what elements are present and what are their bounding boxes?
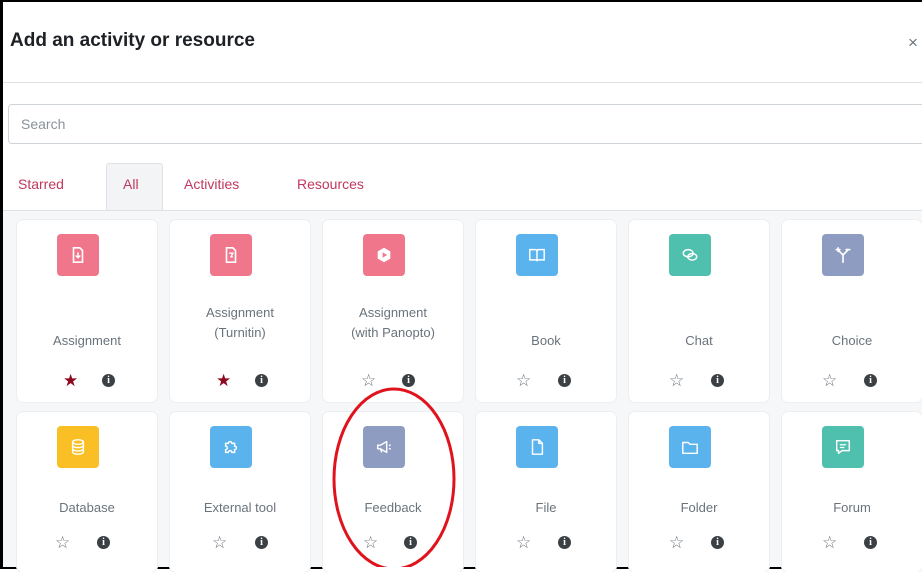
tab-activities[interactable]: Activities [184, 176, 239, 192]
module-name-line1: Assignment [206, 305, 274, 320]
star-empty-icon[interactable]: ☆ [669, 372, 684, 389]
module-name: External tool [203, 500, 277, 515]
star-empty-icon[interactable]: ☆ [516, 534, 531, 551]
star-filled-icon[interactable]: ★ [216, 372, 231, 389]
screenshot-frame-top [0, 0, 922, 2]
info-icon[interactable]: i [711, 374, 724, 387]
star-empty-icon[interactable]: ☆ [55, 534, 70, 551]
assignment-icon [57, 234, 99, 276]
database-icon [57, 426, 99, 468]
module-name-line2: (with Panopto) [351, 325, 435, 340]
star-empty-icon[interactable]: ☆ [361, 372, 376, 389]
panopto-play-icon [363, 234, 405, 276]
module-card-feedback[interactable]: Feedback ☆ i [323, 412, 463, 572]
info-icon[interactable]: i [255, 374, 268, 387]
module-name-line2: (Turnitin) [214, 325, 266, 340]
module-name: Feedback [364, 500, 422, 515]
tab-resources[interactable]: Resources [297, 176, 364, 192]
module-name: Database [59, 500, 115, 515]
module-name: Forum [833, 500, 871, 515]
module-card-book[interactable]: Book ☆ i [476, 220, 616, 402]
star-empty-icon[interactable]: ☆ [669, 534, 684, 551]
info-icon[interactable]: i [102, 374, 115, 387]
module-name: File [535, 500, 557, 515]
puzzle-icon [210, 426, 252, 468]
tab-all[interactable]: All [123, 176, 139, 192]
forum-icon [822, 426, 864, 468]
module-card-assignment[interactable]: Assignment ★ i [17, 220, 157, 402]
star-empty-icon[interactable]: ☆ [822, 372, 837, 389]
info-icon[interactable]: i [558, 374, 571, 387]
tab-starred[interactable]: Starred [18, 176, 64, 192]
module-card-file[interactable]: File ☆ i [476, 412, 616, 572]
module-card-database[interactable]: Database ☆ i [17, 412, 157, 572]
module-name: Assignment [53, 333, 121, 348]
star-empty-icon[interactable]: ☆ [363, 534, 378, 551]
info-icon[interactable]: i [864, 536, 877, 549]
book-icon [516, 234, 558, 276]
info-icon[interactable]: i [864, 374, 877, 387]
choice-icon [822, 234, 864, 276]
module-name: Choice [831, 333, 873, 348]
star-empty-icon[interactable]: ☆ [822, 534, 837, 551]
module-name: Folder [680, 500, 718, 515]
dialog-title: Add an activity or resource [10, 30, 255, 51]
module-name-line1: Assignment [359, 305, 427, 320]
turnitin-assignment-icon [210, 234, 252, 276]
star-empty-icon[interactable]: ☆ [212, 534, 227, 551]
module-card-external-tool[interactable]: External tool ☆ i [170, 412, 310, 572]
search-box[interactable] [8, 104, 922, 144]
module-name: Chat [685, 333, 713, 348]
info-icon[interactable]: i [558, 536, 571, 549]
star-empty-icon[interactable]: ☆ [516, 372, 531, 389]
module-name: Book [531, 333, 561, 348]
megaphone-icon [363, 426, 405, 468]
search-input[interactable] [9, 105, 922, 143]
folder-icon [669, 426, 711, 468]
info-icon[interactable]: i [97, 536, 110, 549]
close-button[interactable]: × [908, 33, 918, 53]
module-card-chat[interactable]: Chat ☆ i [629, 220, 769, 402]
module-card-assignment-panopto[interactable]: Assignment (with Panopto) ☆ i [323, 220, 463, 402]
module-card-folder[interactable]: Folder ☆ i [629, 412, 769, 572]
module-card-assignment-turnitin[interactable]: Assignment (Turnitin) ★ i [170, 220, 310, 402]
info-icon[interactable]: i [711, 536, 724, 549]
module-card-forum[interactable]: Forum ☆ i [782, 412, 922, 572]
chat-icon [669, 234, 711, 276]
header-divider [3, 82, 922, 83]
info-icon[interactable]: i [402, 374, 415, 387]
file-icon [516, 426, 558, 468]
info-icon[interactable]: i [404, 536, 417, 549]
info-icon[interactable]: i [255, 536, 268, 549]
module-card-choice[interactable]: Choice ☆ i [782, 220, 922, 402]
star-filled-icon[interactable]: ★ [63, 372, 78, 389]
